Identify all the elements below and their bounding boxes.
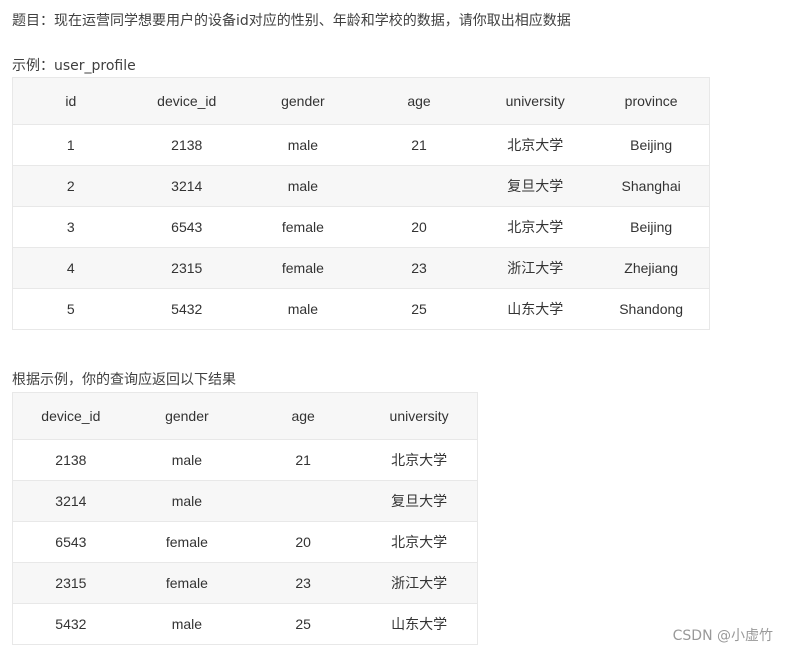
table-cell: male [128,603,245,645]
table-cell: 23 [245,562,362,604]
table-row: 5 5432 male 25 山东大学 Shandong [12,288,710,330]
column-header: device_id [12,392,129,440]
table-cell: 5 [12,288,129,330]
table-cell: 2315 [128,247,245,289]
table-cell: 25 [245,603,362,645]
example-table: id device_id gender age university provi… [12,77,710,330]
table-cell: 25 [360,288,478,330]
column-header: gender [128,392,245,440]
table-row: 1 2138 male 21 北京大学 Beijing [12,124,710,166]
column-header: university [477,77,594,125]
question-text: 题目：现在运营同学想要用户的设备id对应的性别、年龄和学校的数据，请你取出相应数… [12,13,571,29]
table-cell: 6543 [128,206,245,248]
table-cell: 复旦大学 [477,165,594,207]
table-cell: female [128,521,245,563]
table-cell: 山东大学 [361,603,478,645]
table-row: 4 2315 female 23 浙江大学 Zhejiang [12,247,710,289]
table-cell: male [244,124,361,166]
column-header: age [360,77,478,125]
table-cell: 4 [12,247,129,289]
table-cell [360,165,478,207]
table-cell: female [244,247,361,289]
column-header: province [593,77,710,125]
table-cell: 21 [245,439,362,481]
table-cell: 3214 [12,480,129,522]
table-cell: Beijing [593,124,710,166]
table-cell: male [128,439,245,481]
column-header: university [361,392,478,440]
table-cell: Shanghai [593,165,710,207]
table-cell: 3 [12,206,129,248]
table-cell: 北京大学 [361,521,478,563]
table-cell: female [244,206,361,248]
table-cell: 5432 [12,603,129,645]
table-cell: 5432 [128,288,245,330]
table-cell: 2315 [12,562,129,604]
table-cell: 23 [360,247,478,289]
table-header-row: id device_id gender age university provi… [12,77,710,125]
table-cell: 北京大学 [477,206,594,248]
table-cell: 2138 [128,124,245,166]
table-cell: 复旦大学 [361,480,478,522]
table-header-row: device_id gender age university [12,392,478,440]
table-cell: 山东大学 [477,288,594,330]
column-header: id [12,77,129,125]
column-header: gender [244,77,361,125]
table-cell: 20 [360,206,478,248]
table-cell: 浙江大学 [477,247,594,289]
table-cell: 1 [12,124,129,166]
table-cell: 3214 [128,165,245,207]
table-row: 2138 male 21 北京大学 [12,439,478,481]
table-cell: 20 [245,521,362,563]
table-row: 2 3214 male 复旦大学 Shanghai [12,165,710,207]
table-cell: Shandong [593,288,710,330]
column-header: age [245,392,362,440]
table-cell: female [128,562,245,604]
table-row: 2315 female 23 浙江大学 [12,562,478,604]
table-cell: 21 [360,124,478,166]
table-cell: 北京大学 [477,124,594,166]
table-cell: Beijing [593,206,710,248]
table-cell: 浙江大学 [361,562,478,604]
table-cell: 2 [12,165,129,207]
table-row: 3 6543 female 20 北京大学 Beijing [12,206,710,248]
result-label: 根据示例，你的查询应返回以下结果 [12,372,236,388]
watermark: CSDN @小虚竹 [672,628,773,644]
table-cell: male [128,480,245,522]
table-cell: Zhejiang [593,247,710,289]
result-table: device_id gender age university 2138 mal… [12,392,478,645]
column-header: device_id [128,77,245,125]
table-row: 6543 female 20 北京大学 [12,521,478,563]
table-cell: 2138 [12,439,129,481]
table-row: 5432 male 25 山东大学 [12,603,478,645]
table-cell [245,480,362,522]
table-row: 3214 male 复旦大学 [12,480,478,522]
table-cell: male [244,288,361,330]
table-cell: male [244,165,361,207]
example-label: 示例：user_profile [12,58,136,74]
table-cell: 6543 [12,521,129,563]
table-cell: 北京大学 [361,439,478,481]
